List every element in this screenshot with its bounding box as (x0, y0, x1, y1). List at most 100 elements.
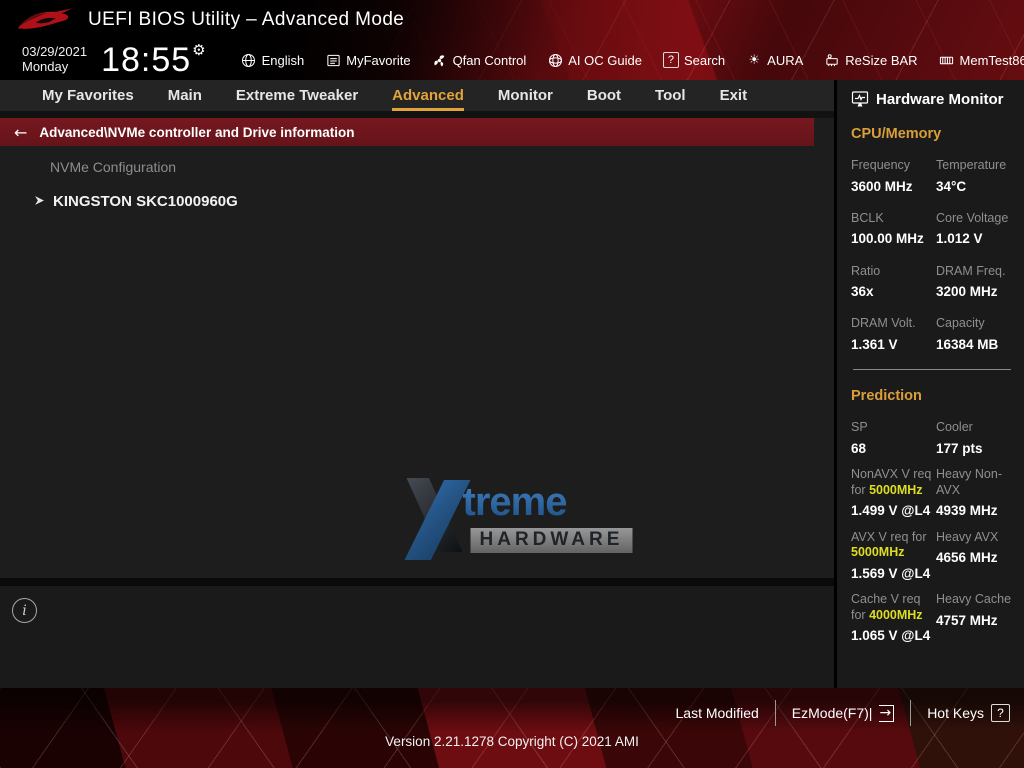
hw-label: Frequency (851, 158, 911, 172)
bios-screen: UEFI BIOS Utility – Advanced Mode 03/29/… (0, 0, 1024, 768)
hw-row: Frequency 3600 MHz Temperature 34°C (851, 158, 1016, 195)
main-content: My Favorites Main Extreme Tweaker Advanc… (0, 80, 837, 688)
hardware-monitor-panel: Hardware Monitor CPU/Memory Frequency 36… (837, 80, 1024, 688)
hw-label: Heavy Cache (936, 591, 1012, 606)
divider (910, 700, 912, 726)
hw-value: 36x (851, 284, 874, 300)
breadcrumb-text: Advanced\NVMe controller and Drive infor… (39, 124, 355, 140)
tab-advanced[interactable]: Advanced (392, 80, 464, 111)
tab-exit[interactable]: Exit (720, 80, 748, 111)
hw-label: Core Voltage (936, 210, 1009, 225)
tab-main[interactable]: Main (168, 80, 202, 111)
last-modified-button[interactable]: Last Modified (676, 705, 759, 721)
hw-label: NonAVX V req for 5000MHz (851, 467, 932, 497)
top-header: UEFI BIOS Utility – Advanced Mode 03/29/… (0, 0, 1024, 80)
hw-row: DRAM Volt. 1.361 V Capacity 16384 MB (851, 316, 1016, 353)
hw-label: Heavy Non-AVX (936, 467, 1002, 497)
divider (0, 578, 834, 586)
hw-label: DRAM Volt. (851, 316, 916, 331)
myfavorite-icon (325, 52, 341, 68)
menu-item-search[interactable]: ? Search (662, 52, 725, 68)
tab-extreme-tweaker[interactable]: Extreme Tweaker (236, 80, 358, 111)
aura-icon: ☀ (748, 52, 760, 68)
hw-value: 100.00 MHz (851, 231, 924, 247)
hw-label: SP (851, 420, 868, 435)
hw-label: Cache V req for 4000MHz (851, 591, 923, 622)
hw-row: Ratio 36x DRAM Freq. 3200 MHz (851, 264, 1016, 301)
drive-label: KINGSTON SKC1000960G (53, 193, 238, 210)
cpu-memory-heading: CPU/Memory (851, 126, 942, 142)
submenu-arrow-icon (34, 193, 45, 210)
tab-tool[interactable]: Tool (655, 80, 686, 111)
info-icon: i (12, 598, 37, 623)
menu-item-qfan[interactable]: Qfan Control (432, 52, 526, 68)
menu-item-ai-oc[interactable]: AI OC Guide (547, 52, 642, 68)
ezmode-button[interactable]: EzMode(F7)| → (792, 704, 895, 722)
xtremehardware-watermark: treme HARDWARE (404, 478, 633, 562)
hw-row: NonAVX V req for 5000MHz 1.499 V @L4 Hea… (851, 467, 1016, 519)
back-arrow-icon[interactable]: ← (14, 123, 27, 142)
hw-value: 1.499 V @L4 (851, 503, 931, 519)
tab-bar: My Favorites Main Extreme Tweaker Advanc… (0, 80, 834, 111)
tab-monitor[interactable]: Monitor (498, 80, 553, 111)
list-item-kingston-drive[interactable]: KINGSTON SKC1000960G (34, 193, 834, 210)
section-label: NVMe Configuration (50, 159, 177, 175)
hw-row: SP 68 Cooler 177 pts (851, 420, 1016, 457)
search-icon: ? (662, 52, 679, 68)
breadcrumb[interactable]: ← Advanced\NVMe controller and Drive inf… (0, 118, 814, 146)
highlighted-mhz: 5000MHz (851, 545, 905, 560)
ai-oc-icon (547, 52, 563, 68)
ezmode-switch-icon: → (879, 704, 895, 722)
hw-label: Heavy AVX (936, 529, 999, 544)
resize-bar-icon (824, 52, 840, 68)
quick-menu: English MyFavorite Qfan Control AI OC Gu… (241, 52, 1024, 68)
hw-label: BCLK (851, 210, 884, 225)
hw-value: 1.012 V (936, 231, 983, 247)
hw-value: 4939 MHz (936, 503, 998, 519)
hw-value: 68 (851, 440, 867, 456)
hw-value: 3200 MHz (936, 284, 998, 300)
prediction-heading: Prediction (851, 388, 922, 405)
question-icon: ? (991, 704, 1010, 722)
menu-item-aura[interactable]: ☀ AURA (746, 52, 803, 68)
watermark-treme-text: treme (462, 480, 568, 524)
menu-item-memtest[interactable]: MemTest86 (939, 52, 1024, 68)
tab-my-favorites[interactable]: My Favorites (42, 80, 134, 111)
menu-item-language[interactable]: English (241, 52, 304, 68)
hardware-monitor-title: Hardware Monitor (876, 90, 1004, 108)
hw-row: BCLK 100.00 MHz Core Voltage 1.012 V (851, 211, 1016, 248)
date-display: 03/29/2021 Monday (22, 44, 88, 74)
hw-value: 3600 MHz (851, 178, 913, 194)
hw-value: 16384 MB (936, 337, 999, 353)
highlighted-mhz: 5000MHz (869, 482, 923, 497)
footer-actions: Last Modified EzMode(F7)| → Hot Keys ? (676, 700, 1010, 726)
app-title: UEFI BIOS Utility – Advanced Mode (88, 9, 405, 30)
memtest-icon (939, 52, 955, 68)
hot-keys-button[interactable]: Hot Keys ? (927, 704, 1010, 722)
divider (853, 369, 1011, 371)
hw-row: Cache V req for 4000MHz 1.065 V @L4 Heav… (851, 592, 1016, 644)
rog-logo-icon (17, 8, 73, 29)
hw-value: 34°C (936, 178, 967, 194)
hw-label: DRAM Freq. (936, 263, 1006, 278)
hw-value: 1.065 V @L4 (851, 628, 931, 644)
hw-label: Capacity (936, 316, 985, 331)
tab-boot[interactable]: Boot (587, 80, 621, 111)
footer: Last Modified EzMode(F7)| → Hot Keys ? V… (0, 688, 1024, 768)
fan-icon (432, 52, 448, 68)
menu-item-myfavorite[interactable]: MyFavorite (325, 52, 411, 68)
highlighted-mhz: 4000MHz (869, 607, 923, 622)
hw-label: Temperature (936, 158, 1007, 172)
hw-value: 177 pts (936, 440, 983, 456)
help-info-panel: i (0, 586, 834, 688)
hw-label: Ratio (851, 263, 881, 278)
menu-item-resize-bar[interactable]: ReSize BAR (824, 52, 918, 68)
version-text: Version 2.21.1278 Copyright (C) 2021 AMI (385, 734, 639, 749)
hw-label: Cooler (936, 420, 973, 435)
hw-label: AVX V req for 5000MHz (851, 529, 927, 560)
hw-value: 4757 MHz (936, 612, 998, 628)
watermark-hardware-text: HARDWARE (470, 528, 633, 553)
hw-row: AVX V req for 5000MHz 1.569 V @L4 Heavy … (851, 530, 1016, 582)
divider (774, 700, 776, 726)
clock-settings-gear-icon[interactable]: ⚙ (192, 41, 205, 59)
